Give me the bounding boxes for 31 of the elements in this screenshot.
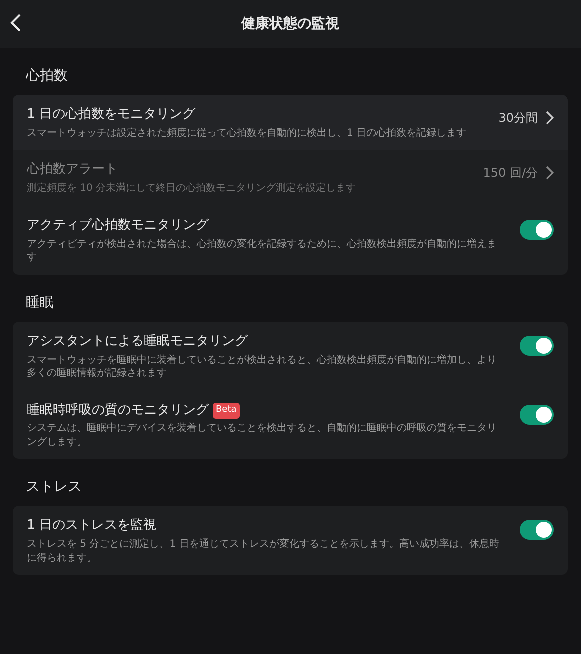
page-title: 健康状態の監視 bbox=[242, 14, 340, 34]
settings-row[interactable]: アシスタントによる睡眠モニタリング スマートウォッチを睡眠中に装着していることが検出されると、心拍数検出頻度が自動的に増加し、より多くの睡眠情報が記録されます bbox=[13, 322, 568, 391]
setting-description: アクティビティが検出された場合は、心拍数の変化を記録するために、心拍数検出頻度が自動的に増えます bbox=[27, 238, 498, 265]
setting-description: スマートウォッチは設定された頻度に従って心拍数を自動的に検出し、1 日の心拍数を記録します bbox=[27, 126, 468, 140]
setting-title: アシスタントによる睡眠モニタリング bbox=[27, 334, 250, 351]
setting-value: 150 回/分 bbox=[483, 165, 538, 182]
setting-description: ストレスを 5 分ごとに測定し、1 日を通じてストレスが変化することを示します。高い成功率は、休息時に得られます。 bbox=[27, 538, 500, 566]
setting-value: 30分間 bbox=[498, 110, 538, 127]
settings-row[interactable]: 睡眠時呼吸の質のモニタリング Beta システムは、睡眠中にデバイスを装着していることを検出すると、自動的に睡眠中の呼吸の質をモニタリングします。 bbox=[13, 390, 568, 460]
back-icon[interactable] bbox=[10, 14, 22, 32]
section-title: 睡眠 bbox=[25, 294, 55, 313]
setting-description: スマートウォッチを睡眠中に装着していることが検出されると、心拍数検出頻度が自動的に増加し、より多くの睡眠情報が記録されます bbox=[27, 354, 498, 381]
toggle-switch[interactable] bbox=[520, 404, 554, 425]
settings-row[interactable]: アクティブ心拍数モニタリング アクティビティが検出された場合は、心拍数の変化を記録するために、心拍数検出頻度が自動的に増えます bbox=[13, 206, 568, 275]
chevron-right-icon bbox=[546, 111, 554, 125]
setting-description: システムは、睡眠中にデバイスを装着していることを検出すると、自動的に睡眠中の呼吸の質をモニタリングします。 bbox=[27, 422, 498, 450]
section-title: ストレス bbox=[25, 478, 83, 498]
settings-row[interactable]: 1 日のストレスを監視 ストレスを 5 分ごとに測定し、1 日を通じてストレスが変化することを示します。高い成功率は、休息時に得られます。 bbox=[13, 506, 568, 576]
setting-title: 1 日のストレスを監視 bbox=[27, 518, 158, 536]
toggle-switch[interactable] bbox=[520, 520, 554, 540]
beta-badge: Beta bbox=[213, 403, 240, 419]
setting-title: 1 日の心拍数をモニタリング bbox=[27, 107, 197, 124]
toggle-switch[interactable] bbox=[520, 336, 554, 356]
setting-title: 心拍数アラート bbox=[27, 162, 119, 180]
setting-title: アクティブ心拍数モニタリング bbox=[27, 218, 210, 235]
section-title: 心拍数 bbox=[24, 67, 69, 86]
chevron-right-icon bbox=[546, 166, 554, 180]
setting-description: 測定頻度を 10 分未満にして終日の心拍数モニタリング測定を設定します bbox=[27, 182, 358, 196]
setting-title: 睡眠時呼吸の質のモニタリング bbox=[27, 402, 209, 420]
toggle-switch[interactable] bbox=[520, 220, 554, 240]
settings-row[interactable]: 1 日の心拍数をモニタリング スマートウォッチは設定された頻度に従って心拍数を自動的に検出し、1 日の心拍数を記録します 30分間 bbox=[13, 95, 568, 150]
